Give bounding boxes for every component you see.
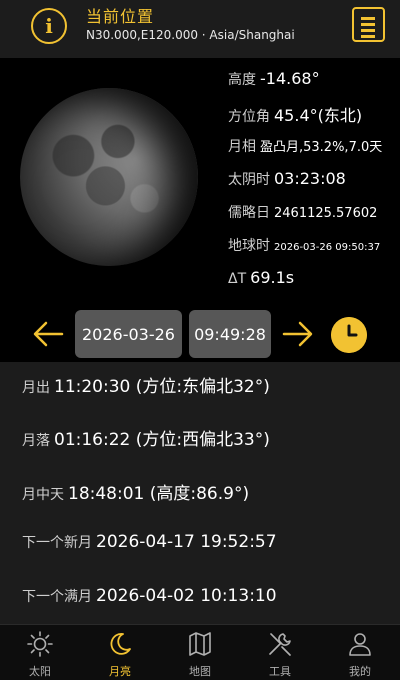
terrestrial-time-value: 2026-03-26 09:50:37 [274, 242, 381, 253]
altitude-row: 高度 -14.68° [228, 69, 320, 89]
list-item: 下一个新月 2026-04-17 19:52:57 [22, 532, 277, 552]
delta-t-row: ΔT 69.1s [228, 268, 294, 287]
moon-image [20, 88, 198, 266]
azimuth-value: 45.4°(东北) [274, 106, 363, 125]
time-button[interactable]: 09:49:28 [189, 310, 271, 358]
map-icon [189, 632, 211, 656]
location-title[interactable]: 当前位置 [86, 3, 154, 27]
date-button[interactable]: 2026-03-26 [75, 310, 182, 358]
lunar-time-label: 太阴时 [228, 172, 270, 188]
list-item: 月出 11:20:30 (方位:东偏北32°) [22, 372, 270, 397]
info-icon[interactable]: i [31, 8, 67, 44]
event-label: 下一个满月 [22, 589, 92, 605]
terrestrial-time-row: 地球时 2026-03-26 09:50:37 [228, 235, 380, 255]
list-item: 月落 01:16:22 (方位:西偏北33°) [22, 425, 270, 450]
arrow-right-icon[interactable] [282, 321, 314, 347]
phase-label: 月相 [228, 139, 256, 155]
tab-map[interactable]: 地图 [160, 625, 240, 680]
phase-row: 月相 盈凸月,53.2%,7.0天 [228, 136, 382, 156]
lunar-time-value: 03:23:08 [274, 169, 346, 188]
azimuth-label: 方位角 [228, 109, 270, 125]
event-value: 11:20:30 (方位:东偏北32°) [54, 377, 270, 397]
altitude-value: -14.68° [260, 69, 320, 88]
julian-day-label: 儒略日 [228, 205, 270, 221]
event-label: 月中天 [22, 487, 64, 503]
julian-day-value: 2461125.57602 [274, 206, 378, 221]
phase-value: 盈凸月,53.2%,7.0天 [260, 140, 383, 155]
event-value: 01:16:22 (方位:西偏北33°) [54, 430, 270, 450]
list-item: 下一个满月 2026-04-02 10:13:10 [22, 586, 277, 606]
event-value: 2026-04-02 10:13:10 [96, 586, 277, 606]
top-bar: i 当前位置 N30.000,E120.000 · Asia/Shanghai [0, 0, 400, 58]
lunar-time-row: 太阴时 03:23:08 [228, 169, 346, 189]
tab-label: 我的 [349, 665, 371, 678]
event-value: 18:48:01 (高度:86.9°) [68, 484, 250, 504]
tab-label: 工具 [269, 665, 291, 678]
event-label: 下一个新月 [22, 535, 92, 551]
location-coordinates[interactable]: N30.000,E120.000 · Asia/Shanghai [86, 28, 295, 42]
tab-label: 月亮 [109, 665, 131, 678]
tools-icon [269, 633, 291, 656]
tab-sun[interactable]: 太阳 [0, 625, 80, 680]
tab-label: 太阳 [29, 665, 51, 678]
julian-day-row: 儒略日 2461125.57602 [228, 202, 377, 222]
bottom-navigation: 太阳 月亮 地图 工具 我的 [0, 624, 400, 680]
moon-icon [110, 633, 131, 655]
tab-moon[interactable]: 月亮 [80, 625, 160, 680]
user-icon [349, 633, 371, 656]
event-label: 月落 [22, 433, 50, 449]
tab-label: 地图 [189, 665, 211, 678]
azimuth-row: 方位角 45.4°(东北) [228, 102, 362, 126]
tab-tools[interactable]: 工具 [240, 625, 320, 680]
terrestrial-time-label: 地球时 [228, 238, 270, 254]
clock-icon[interactable] [331, 317, 367, 353]
delta-t-label: ΔT [228, 271, 247, 287]
moon-events-list: 月出 11:20:30 (方位:东偏北32°) 月落 01:16:22 (方位:西偏… [0, 362, 400, 624]
altitude-label: 高度 [228, 72, 256, 88]
tab-profile[interactable]: 我的 [320, 625, 400, 680]
delta-t-value: 69.1s [250, 268, 295, 287]
arrow-left-icon[interactable] [32, 321, 64, 347]
datetime-navigation: 2026-03-26 09:49:28 [0, 308, 400, 362]
list-item: 月中天 18:48:01 (高度:86.9°) [22, 479, 249, 504]
list-menu-icon[interactable] [352, 7, 385, 42]
event-value: 2026-04-17 19:52:57 [96, 532, 277, 552]
moon-panel: 高度 -14.68° 方位角 45.4°(东北) 月相 盈凸月,53.2%,7.0天 … [0, 58, 400, 308]
sun-icon [27, 631, 53, 657]
event-label: 月出 [22, 380, 50, 396]
